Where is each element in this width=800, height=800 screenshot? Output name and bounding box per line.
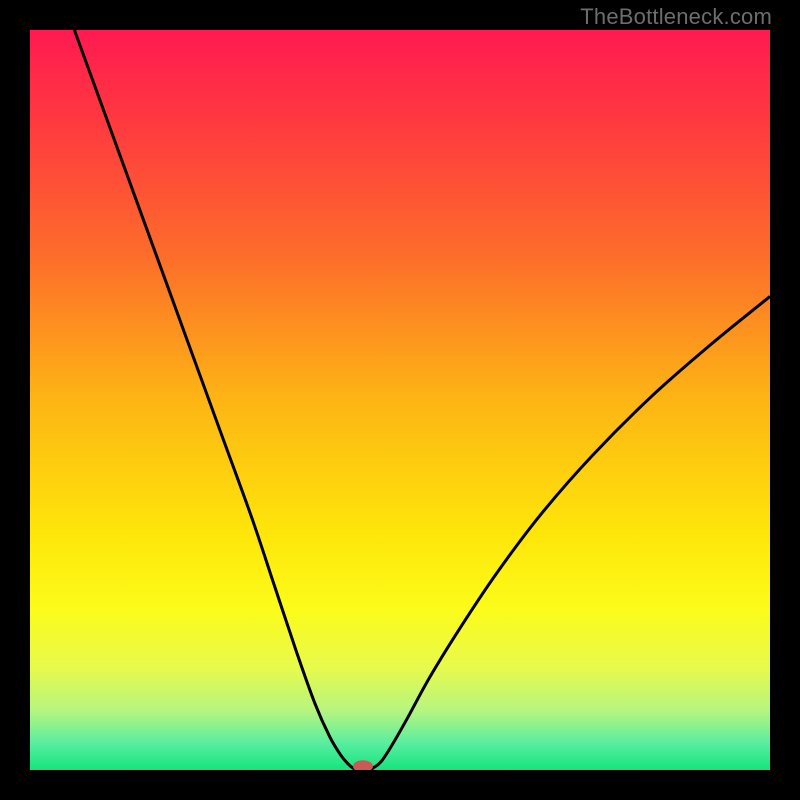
chart-area	[30, 30, 770, 770]
gradient-background	[30, 30, 770, 770]
chart-svg	[30, 30, 770, 770]
watermark-text: TheBottleneck.com	[580, 4, 772, 30]
outer-frame: TheBottleneck.com	[0, 0, 800, 800]
